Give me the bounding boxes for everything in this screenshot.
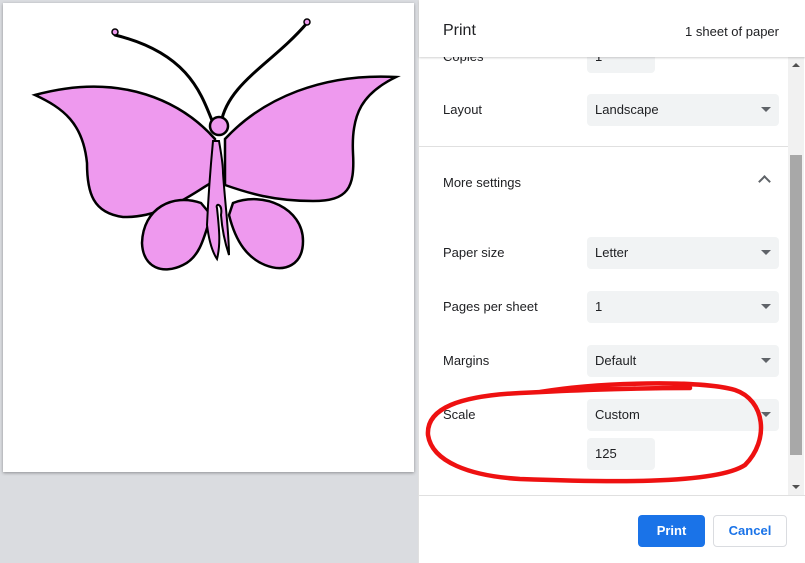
print-preview-pane — [0, 0, 418, 563]
pages-per-sheet-value: 1 — [595, 299, 603, 314]
scale-row: Scale Custom — [419, 388, 789, 442]
pages-per-sheet-row: Pages per sheet 1 — [419, 280, 789, 334]
dropdown-caret-icon — [761, 107, 771, 112]
copies-row: Copies 1 — [419, 57, 789, 84]
settings-scroll-area: Copies 1 Layout Landscape More settings … — [419, 57, 805, 495]
cancel-button[interactable]: Cancel — [713, 515, 787, 547]
scale-select[interactable]: Custom — [587, 399, 779, 431]
settings-scrollbar[interactable] — [788, 57, 804, 495]
scale-label: Scale — [443, 407, 476, 422]
copies-label: Copies — [443, 57, 483, 84]
dropdown-caret-icon — [761, 250, 771, 255]
scale-value: Custom — [595, 407, 640, 422]
scroll-down-arrow-icon[interactable] — [792, 485, 800, 489]
copies-input[interactable]: 1 — [587, 57, 655, 73]
layout-select[interactable]: Landscape — [587, 94, 779, 126]
print-footer: Print Cancel — [419, 495, 805, 563]
paper-size-label: Paper size — [443, 245, 505, 260]
dropdown-caret-icon — [761, 304, 771, 309]
print-button[interactable]: Print — [638, 515, 705, 547]
print-title: Print — [443, 22, 476, 39]
copies-value: 1 — [595, 57, 602, 73]
pages-per-sheet-select[interactable]: 1 — [587, 291, 779, 323]
paper-size-row: Paper size Letter — [419, 226, 789, 280]
scrollbar-thumb[interactable] — [790, 155, 802, 455]
more-settings-toggle[interactable]: More settings — [419, 147, 789, 219]
sheet-count: 1 sheet of paper — [685, 24, 779, 39]
paper-size-value: Letter — [595, 245, 629, 260]
print-header: Print 1 sheet of paper — [419, 0, 805, 57]
chevron-up-icon — [758, 175, 771, 188]
preview-page — [3, 3, 414, 472]
print-settings-panel: Print 1 sheet of paper Copies 1 Layout L… — [418, 0, 805, 563]
margins-value: Default — [595, 353, 637, 368]
more-settings-label: More settings — [443, 175, 522, 190]
layout-row: Layout Landscape — [419, 83, 789, 137]
scale-custom-input[interactable]: 125 — [587, 438, 655, 470]
dropdown-caret-icon — [761, 358, 771, 363]
dropdown-caret-icon — [761, 412, 771, 417]
scroll-up-arrow-icon[interactable] — [792, 63, 800, 67]
margins-select[interactable]: Default — [587, 345, 779, 377]
pages-per-sheet-label: Pages per sheet — [443, 299, 538, 314]
layout-label: Layout — [443, 102, 483, 117]
butterfly-image — [31, 18, 401, 271]
layout-value: Landscape — [595, 102, 659, 117]
margins-label: Margins — [443, 353, 490, 368]
paper-size-select[interactable]: Letter — [587, 237, 779, 269]
margins-row: Margins Default — [419, 334, 789, 388]
scale-custom-value: 125 — [595, 446, 617, 461]
